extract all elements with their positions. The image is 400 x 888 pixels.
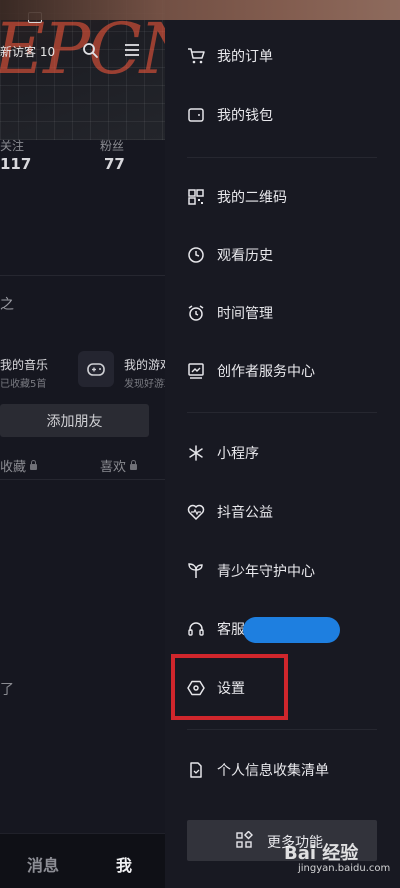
grid-apps-icon (236, 831, 253, 848)
fans-label: 粉丝 (100, 139, 125, 153)
nav-messages[interactable]: 消息 (27, 852, 59, 876)
history-clock-icon (188, 247, 204, 263)
profile-banner: EPCN (0, 0, 165, 140)
tab-likes-label: 喜欢 (100, 460, 127, 475)
menu-item-creator-center[interactable]: 创作者服务中心 (187, 359, 315, 383)
profile-page: EPCN 新访客 10 关注 117 粉丝 77 之 我的音乐 已收藏5首 我的… (0, 0, 165, 888)
following-count[interactable]: 117 (0, 155, 31, 173)
my-music-title[interactable]: 我的音乐 (0, 356, 48, 373)
menu-item-label: 创作者服务中心 (217, 364, 315, 380)
menu-item-wallet[interactable]: 我的钱包 (187, 103, 273, 127)
menu-item-label: 观看历史 (217, 248, 273, 264)
menu-item-charity[interactable]: 抖音公益 (187, 500, 273, 524)
menu-item-label: 我的二维码 (217, 190, 287, 206)
new-visitor-count[interactable]: 新访客 10 (0, 43, 55, 60)
alarm-clock-icon (188, 305, 204, 321)
partial-heading: 之 (0, 297, 14, 313)
cart-icon (188, 48, 205, 64)
watermark-brand: Bai 经验 (284, 843, 359, 864)
highlight-box (171, 654, 288, 720)
menu-item-label: 时间管理 (217, 306, 273, 322)
document-icon (190, 762, 202, 778)
menu-item-label: 个人信息收集清单 (217, 763, 329, 779)
divider (187, 157, 377, 158)
menu-item-label: 青少年守护中心 (217, 564, 315, 580)
following-label: 关注 (0, 139, 25, 153)
lock-icon (30, 460, 38, 470)
menu-item-mini-programs[interactable]: 小程序 (187, 441, 259, 465)
menu-item-label: 我的钱包 (217, 108, 273, 124)
add-friend-button[interactable]: 添加朋友 (0, 404, 149, 437)
sprout-icon (188, 563, 203, 578)
gamepad-icon (87, 363, 105, 376)
divider (187, 412, 377, 413)
wallet-icon (188, 108, 204, 122)
menu-item-label: 抖音公益 (217, 505, 273, 521)
watermark-url: jingyan.baidu.com (298, 863, 391, 874)
my-music-subtitle: 已收藏5首 (0, 379, 47, 390)
my-games-tile[interactable] (78, 351, 114, 387)
asterisk-icon (189, 445, 203, 461)
partial-text: 了 (0, 682, 14, 698)
nav-me[interactable]: 我 (116, 852, 132, 876)
menu-item-watch-history[interactable]: 观看历史 (187, 243, 273, 267)
my-games-title[interactable]: 我的游戏 (124, 356, 165, 373)
redaction-blur (243, 617, 340, 643)
fans-count[interactable]: 77 (104, 155, 125, 173)
search-icon[interactable] (82, 42, 98, 58)
divider (0, 479, 165, 480)
menu-item-personal-info-list[interactable]: 个人信息收集清单 (187, 758, 329, 782)
heart-wave-icon (187, 504, 205, 521)
menu-item-label: 小程序 (217, 446, 259, 462)
creator-chart-icon (188, 363, 204, 379)
menu-item-youth-protection[interactable]: 青少年守护中心 (187, 559, 315, 583)
menu-item-label: 客服 (217, 622, 245, 638)
menu-item-label: 我的订单 (217, 49, 273, 65)
tab-likes[interactable]: 喜欢 (100, 456, 138, 475)
menu-icon[interactable] (124, 42, 140, 58)
menu-item-time-management[interactable]: 时间管理 (187, 301, 273, 325)
menu-item-orders[interactable]: 我的订单 (187, 44, 273, 68)
divider (0, 275, 165, 276)
divider (187, 729, 377, 730)
my-games-subtitle: 发现好游戏 (124, 379, 165, 390)
headset-icon (188, 622, 204, 636)
menu-item-qrcode[interactable]: 我的二维码 (187, 185, 287, 209)
bottom-nav (0, 833, 165, 888)
tab-favorites-label: 收藏 (0, 460, 27, 475)
status-bar-blur (0, 0, 400, 20)
lock-icon (130, 460, 138, 470)
tab-favorites[interactable]: 收藏 (0, 456, 38, 475)
menu-item-customer-service[interactable]: 客服 (187, 617, 245, 641)
qrcode-icon (188, 189, 204, 205)
